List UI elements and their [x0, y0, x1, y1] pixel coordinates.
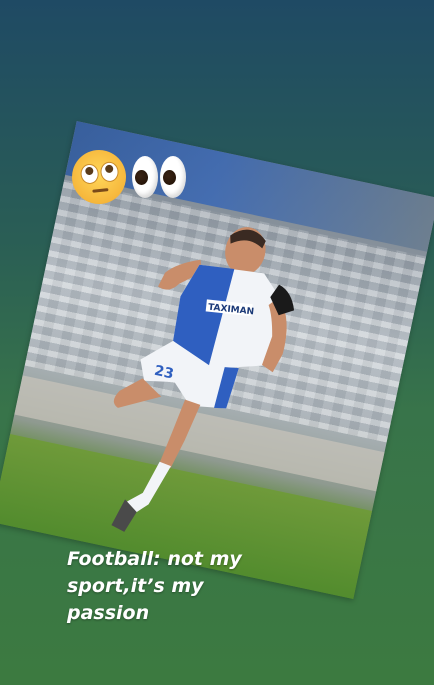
eye-icon: [99, 160, 120, 183]
caption-line-1: Football: not my: [67, 548, 242, 570]
caption-line-3: passion: [67, 602, 150, 624]
eyeball-icon: [160, 156, 186, 198]
face-with-rolling-eyes-emoji: [69, 147, 129, 207]
sticker-row: [69, 147, 186, 207]
eyes-emoji: [132, 156, 186, 198]
caption-line-2: sport,it’s my: [67, 575, 204, 597]
football-player-figure: TAXIMAN 23: [111, 227, 295, 532]
eye-icon: [79, 163, 100, 185]
story-photo: TAXIMAN 23: [0, 121, 434, 599]
story-screen: { "story": { "caption_line1": "Football:…: [0, 0, 434, 685]
mouth-icon: [92, 188, 109, 193]
eyeball-icon: [132, 156, 158, 198]
story-caption: Football: not my sport,it’s my passion: [67, 546, 327, 627]
